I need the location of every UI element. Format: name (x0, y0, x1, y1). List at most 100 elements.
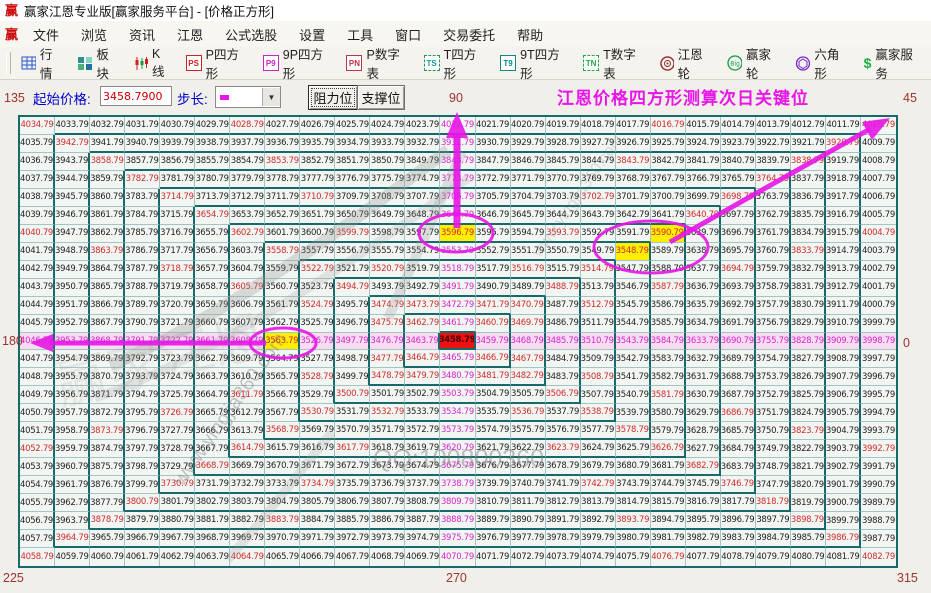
grid-cell: 3801.79 (160, 494, 195, 512)
grid-cell: 4020.79 (511, 117, 546, 135)
grid-cell: 4081.79 (826, 548, 861, 566)
grid-cell: 3820.79 (791, 476, 826, 494)
grid-cell: 3604.79 (230, 261, 265, 279)
support-button[interactable]: 支撑位 (357, 85, 405, 110)
toolbar-9t-square[interactable]: T9 9T四方形 (495, 42, 574, 84)
grid-cell: 3620.79 (440, 440, 475, 458)
toolbar-t-square[interactable]: TS T四方形 (419, 42, 491, 84)
grid-cell: 3683.79 (721, 458, 756, 476)
start-price-input[interactable] (100, 86, 172, 106)
grid-cell: 3596.79 (440, 225, 475, 243)
grid-cell: 3739.79 (476, 476, 511, 494)
grid-cell: 3650.79 (335, 207, 370, 225)
grid-cell: 3590.79 (651, 225, 686, 243)
toolbar-sectors[interactable]: 板块 (72, 42, 125, 84)
grid-cell: 3545.79 (616, 297, 651, 315)
grid-cell: 3735.79 (335, 476, 370, 494)
grid-cell: 3465.79 (440, 350, 475, 368)
grid-cell: 4044.79 (20, 297, 55, 315)
grid-cell: 3806.79 (335, 494, 370, 512)
grid-cell: 3562.79 (265, 315, 300, 333)
grid-cell: 3805.79 (300, 494, 335, 512)
grid-cell: 3488.79 (546, 279, 581, 297)
grid-cell: 3482.79 (511, 368, 546, 386)
grid-cell: 4030.79 (160, 117, 195, 135)
resistance-button[interactable]: 阻力位 (308, 85, 358, 110)
grid-cell: 3958.79 (55, 422, 90, 440)
grid-cell: 3648.79 (405, 207, 440, 225)
grid-cell: 4075.79 (616, 548, 651, 566)
grid-cell: 3517.79 (476, 261, 511, 279)
toolbar-kline[interactable]: K线 (129, 45, 177, 82)
grid-cell: 4034.79 (20, 117, 55, 135)
chevron-down-icon[interactable]: ▼ (262, 88, 280, 106)
grid-cell: 3954.79 (55, 350, 90, 368)
grid-cell: 3777.79 (300, 171, 335, 189)
grid-cell: 3556.79 (335, 243, 370, 261)
toolbar-label: 六角形 (814, 44, 849, 82)
angle-label-225: 225 (3, 571, 24, 585)
menu-news[interactable]: 资讯 (118, 22, 166, 47)
grid-cell: 3582.79 (651, 368, 686, 386)
toolbar-9p-square[interactable]: P9 9P四方形 (258, 42, 338, 84)
angle-label-135: 135 (4, 91, 25, 105)
toolbar-p-square[interactable]: PS P四方形 (181, 42, 254, 84)
grid-cell: 3807.79 (370, 494, 405, 512)
9t-square-icon: T9 (500, 55, 516, 71)
toolbar-quotes[interactable]: 行情 (16, 42, 69, 84)
toolbar-grip[interactable] (6, 52, 11, 74)
toolbar-hexagon[interactable]: 六角形 (790, 42, 854, 84)
grid-cell: 3493.79 (370, 279, 405, 297)
grid-cell: 4022.79 (440, 117, 475, 135)
grid-cell: 3643.79 (581, 207, 616, 225)
grid-cell: 3561.79 (265, 297, 300, 315)
grid-cell: 4027.79 (265, 117, 300, 135)
grid-cell: 3902.79 (826, 458, 861, 476)
toolbar-winner-wheel[interactable]: Big 赢家轮 (722, 42, 786, 84)
grid-cell: 3732.79 (230, 476, 265, 494)
step-dropdown[interactable]: ▼ (215, 86, 281, 108)
grid-cell: 3957.79 (55, 404, 90, 422)
grid-cell: 3655.79 (195, 225, 230, 243)
toolbar-winner-service[interactable]: $ 赢家服务 (859, 42, 927, 84)
grid-cell: 3785.79 (125, 225, 160, 243)
grid-cell: 3897.79 (756, 512, 791, 530)
grid-cell: 3742.79 (581, 476, 616, 494)
grid-cell: 3700.79 (651, 189, 686, 207)
grid-cell: 3970.79 (265, 530, 300, 548)
grid-cell: 3789.79 (125, 297, 160, 315)
grid-cell: 3976.79 (476, 530, 511, 548)
grid-cell: 3476.79 (370, 333, 405, 351)
toolbar-gann-wheel[interactable]: 江恩轮 (655, 42, 718, 84)
grid-cell: 3746.79 (721, 476, 756, 494)
grid-cell: 3564.79 (265, 350, 300, 368)
grid-cell: 3478.79 (370, 368, 405, 386)
p-number-icon: PN (346, 55, 362, 71)
grid-cell: 4007.79 (861, 171, 896, 189)
angle-label-0: 0 (903, 336, 910, 350)
grid-cell: 3922.79 (756, 135, 791, 153)
angle-label-180: 180 (2, 334, 23, 348)
toolbar-p-number[interactable]: PN P数字表 (341, 42, 414, 84)
grid-cell: 3616.79 (300, 440, 335, 458)
grid-cell: 3968.79 (195, 530, 230, 548)
grid-cell: 3772.79 (476, 171, 511, 189)
grid-cell: 3747.79 (756, 476, 791, 494)
grid-cell: 3863.79 (90, 243, 125, 261)
grid-cell: 3951.79 (55, 297, 90, 315)
grid-cell: 3932.79 (405, 135, 440, 153)
grid-cell: 3856.79 (160, 153, 195, 171)
grid-cell: 3572.79 (405, 422, 440, 440)
grid-cell: 4028.79 (230, 117, 265, 135)
grid-cell: 3708.79 (370, 189, 405, 207)
grid-cell: 3877.79 (90, 494, 125, 512)
toolbar-t-number[interactable]: TN T数字表 (578, 42, 650, 84)
grid-cell: 3916.79 (826, 207, 861, 225)
grid-cell: 3507.79 (581, 386, 616, 404)
grid-cell: 3623.79 (546, 440, 581, 458)
grid-cell: 3501.79 (370, 386, 405, 404)
grid-cell: 4004.79 (861, 225, 896, 243)
grid-cell: 3835.79 (791, 207, 826, 225)
grid-cell: 3617.79 (335, 440, 370, 458)
grid-cell: 3670.79 (265, 458, 300, 476)
